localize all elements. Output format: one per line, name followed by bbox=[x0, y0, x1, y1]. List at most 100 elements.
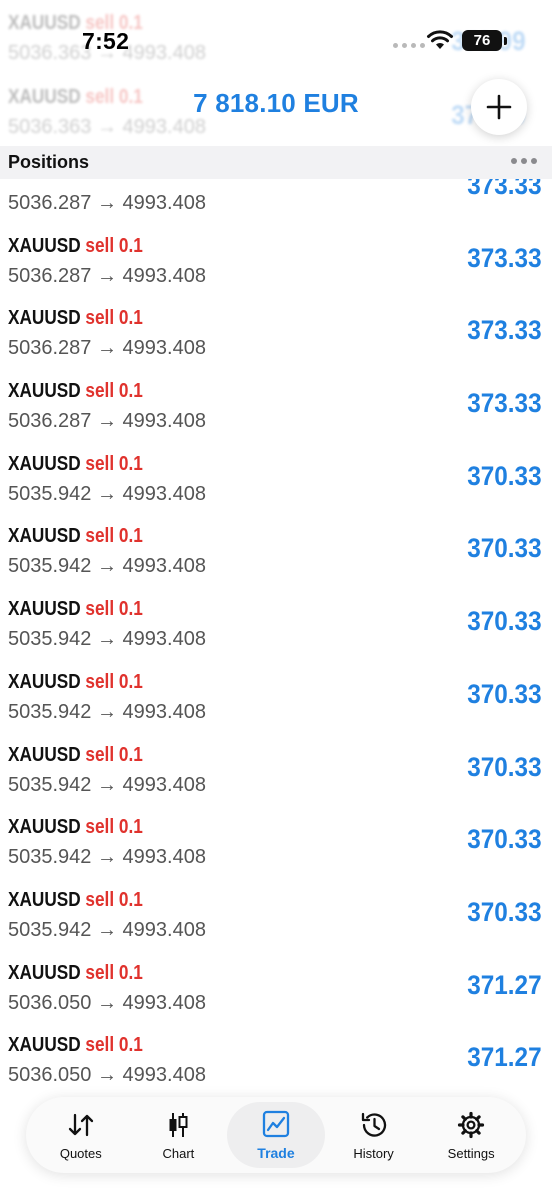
position-row[interactable]: XAUUSD sell 0.1 5036.050 → 4993.408 371.… bbox=[0, 952, 552, 1025]
position-profit: 373.33 bbox=[467, 242, 542, 273]
position-prices: 5036.363 → 4993.408 bbox=[8, 116, 206, 138]
position-prices: 5036.287 → 4993.408 bbox=[8, 410, 206, 433]
position-side: sell 0.1 bbox=[85, 816, 143, 839]
position-side: sell 0.1 bbox=[85, 380, 143, 403]
position-prices: 5035.942 → 4993.408 bbox=[8, 773, 206, 796]
position-title: XAUUSD sell 0.1 bbox=[8, 744, 143, 767]
position-symbol: XAUUSD bbox=[8, 961, 81, 984]
more-options-icon[interactable] bbox=[511, 158, 537, 164]
position-symbol: XAUUSD bbox=[8, 888, 81, 911]
trade-icon bbox=[261, 1109, 291, 1139]
position-side: sell 0.1 bbox=[85, 525, 143, 548]
position-title: XAUUSD sell 0.1 bbox=[8, 179, 143, 185]
tab-chart[interactable]: Chart bbox=[130, 1102, 228, 1168]
position-row[interactable]: XAUUSD sell 0.1 5036.050 → 4993.408 371.… bbox=[0, 1024, 552, 1097]
quotes-icon bbox=[66, 1110, 96, 1140]
tab-label: Quotes bbox=[59, 1145, 102, 1161]
position-prices: 5035.942 → 4993.408 bbox=[8, 482, 206, 505]
position-prices: 5035.942 → 4993.408 bbox=[8, 846, 206, 869]
position-profit: 370.33 bbox=[467, 460, 542, 491]
position-row[interactable]: XAUUSD sell 0.1 5036.287 → 4993.408 373.… bbox=[0, 179, 552, 225]
tab-label: History bbox=[353, 1145, 394, 1161]
position-title: XAUUSD sell 0.1 bbox=[8, 525, 143, 548]
battery-cap bbox=[504, 37, 507, 45]
position-symbol: XAUUSD bbox=[8, 816, 81, 839]
position-title: XAUUSD sell 0.1 bbox=[8, 307, 143, 330]
battery-icon: 76 bbox=[462, 30, 502, 51]
tab-history[interactable]: History bbox=[325, 1102, 423, 1168]
position-side: sell 0.1 bbox=[85, 1034, 143, 1057]
position-side: sell 0.1 bbox=[85, 452, 143, 475]
position-row[interactable]: XAUUSD sell 0.1 5035.942 → 4993.408 370.… bbox=[0, 515, 552, 588]
position-profit: 373.33 bbox=[467, 315, 542, 346]
tab-settings[interactable]: Settings bbox=[422, 1102, 520, 1168]
positions-list[interactable]: XAUUSD sell 0.1 5036.287 → 4993.408 373.… bbox=[0, 179, 552, 1099]
chart-icon bbox=[163, 1110, 193, 1140]
position-title: XAUUSD sell 0.1 bbox=[8, 962, 143, 985]
position-prices: 5035.942 → 4993.408 bbox=[8, 700, 206, 723]
position-symbol: XAUUSD bbox=[8, 670, 81, 693]
position-title: XAUUSD sell 0.1 bbox=[8, 889, 143, 912]
position-prices: 5036.050 → 4993.408 bbox=[8, 991, 206, 1014]
tab-trade[interactable]: Trade bbox=[227, 1102, 325, 1168]
plus-icon bbox=[486, 94, 512, 120]
position-row[interactable]: XAUUSD sell 0.1 5035.942 → 4993.408 370.… bbox=[0, 879, 552, 952]
position-symbol: XAUUSD bbox=[8, 307, 81, 330]
position-side: sell 0.1 bbox=[85, 743, 143, 766]
position-row[interactable]: XAUUSD sell 0.1 5036.287 → 4993.408 373.… bbox=[0, 225, 552, 298]
position-profit: 371.27 bbox=[467, 969, 542, 1000]
position-row[interactable]: XAUUSD sell 0.1 5035.942 → 4993.408 370.… bbox=[0, 661, 552, 734]
bottom-tab-bar: Quotes Chart Trade History Settings bbox=[26, 1097, 526, 1173]
position-profit: 371.27 bbox=[467, 1042, 542, 1073]
wifi-icon bbox=[427, 30, 453, 49]
position-profit: 370.33 bbox=[467, 606, 542, 637]
tab-label: Trade bbox=[257, 1145, 295, 1161]
position-profit: 370.33 bbox=[467, 678, 542, 709]
position-profit: 373.33 bbox=[467, 388, 542, 419]
account-balance: 7 818.10 EUR bbox=[193, 88, 359, 118]
position-profit: 373.33 bbox=[467, 179, 542, 200]
position-symbol: XAUUSD bbox=[8, 380, 81, 403]
positions-section-header: Positions bbox=[0, 146, 552, 179]
position-side: sell 0.1 bbox=[85, 961, 143, 984]
new-order-button[interactable] bbox=[471, 79, 527, 135]
position-profit: 370.33 bbox=[467, 533, 542, 564]
position-side: sell 0.1 bbox=[85, 670, 143, 693]
position-row[interactable]: XAUUSD sell 0.1 5035.942 → 4993.408 370.… bbox=[0, 806, 552, 879]
position-title: XAUUSD sell 0.1 bbox=[8, 453, 143, 476]
position-row[interactable]: XAUUSD sell 0.1 5036.287 → 4993.408 373.… bbox=[0, 370, 552, 443]
position-side: sell 0.1 bbox=[85, 179, 142, 184]
position-title: XAUUSD sell 0.1 bbox=[8, 235, 143, 258]
section-title: Positions bbox=[8, 152, 90, 172]
position-title: XAUUSD sell 0.1 bbox=[8, 598, 143, 621]
position-title: XAUUSD sell 0.1 bbox=[8, 671, 143, 694]
settings-icon bbox=[456, 1110, 486, 1140]
tab-label: Settings bbox=[447, 1145, 495, 1161]
battery-level: 76 bbox=[473, 32, 491, 49]
position-row[interactable]: XAUUSD sell 0.1 5035.942 → 4993.408 370.… bbox=[0, 734, 552, 807]
position-prices: 5035.942 → 4993.408 bbox=[8, 628, 206, 651]
position-side: sell 0.1 bbox=[85, 234, 143, 257]
position-side: sell 0.1 bbox=[85, 598, 143, 621]
position-row[interactable]: XAUUSD sell 0.1 5035.942 → 4993.408 370.… bbox=[0, 443, 552, 516]
position-title: XAUUSD sell 0.1 bbox=[8, 1034, 143, 1057]
position-prices: 5036.287 → 4993.408 bbox=[8, 264, 206, 287]
position-symbol: XAUUSD bbox=[8, 1034, 81, 1057]
position-title: XAUUSD sell 0.1 bbox=[8, 380, 143, 403]
position-symbol: XAUUSD bbox=[8, 525, 81, 548]
position-symbol: XAUUSD bbox=[8, 179, 81, 184]
tab-quotes[interactable]: Quotes bbox=[32, 1102, 130, 1168]
position-profit: 370.33 bbox=[467, 751, 542, 782]
position-title: XAUUSD sell 0.1 bbox=[8, 816, 143, 839]
status-bar: 7:52 76 bbox=[0, 0, 552, 82]
position-side: sell 0.1 bbox=[85, 307, 143, 330]
position-symbol: XAUUSD bbox=[8, 234, 81, 257]
cellular-signal-icon bbox=[393, 43, 425, 48]
history-icon bbox=[359, 1110, 389, 1140]
position-symbol: XAUUSD bbox=[8, 598, 81, 621]
position-row[interactable]: XAUUSD sell 0.1 5036.287 → 4993.408 373.… bbox=[0, 297, 552, 370]
position-row[interactable]: XAUUSD sell 0.1 5035.942 → 4993.408 370.… bbox=[0, 588, 552, 661]
position-side: sell 0.1 bbox=[85, 888, 143, 911]
position-symbol: XAUUSD bbox=[8, 743, 81, 766]
tab-label: Chart bbox=[162, 1145, 195, 1161]
